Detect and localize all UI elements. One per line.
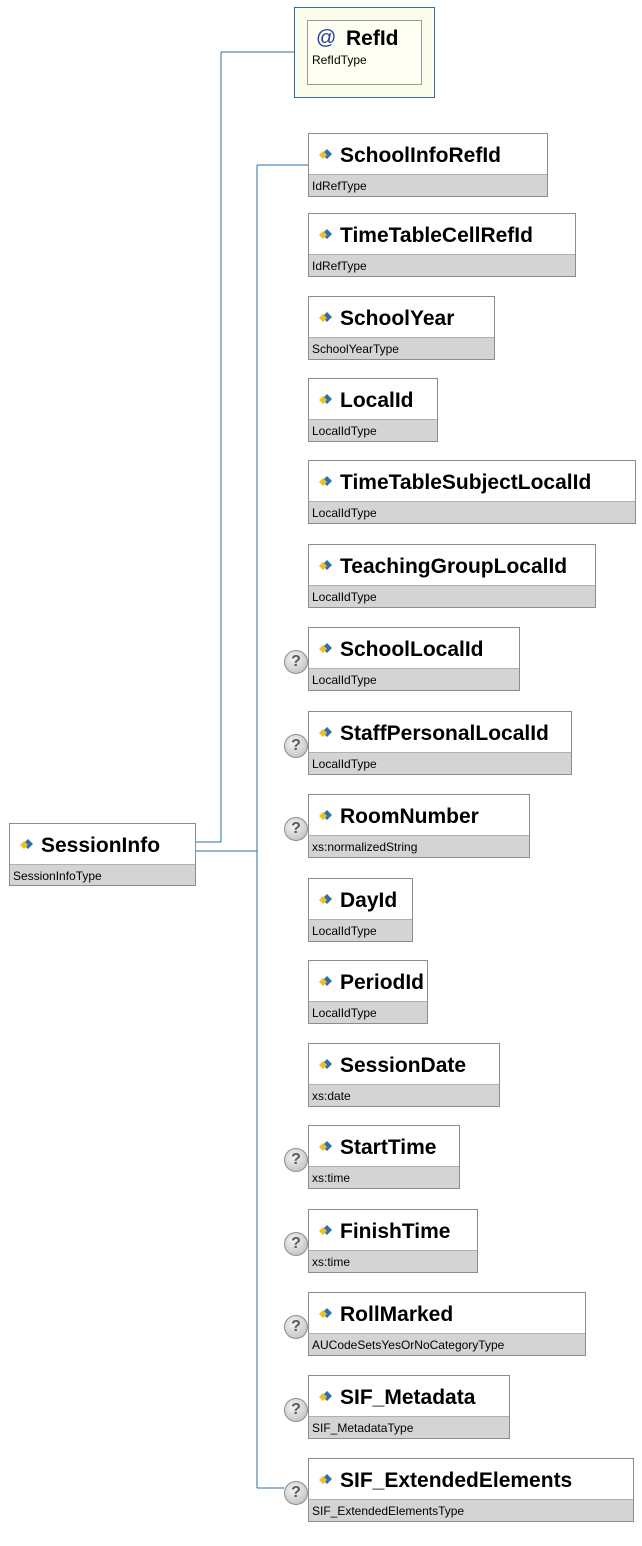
element-type: IdRefType [309,174,547,196]
element-type: LocalIdType [309,668,519,690]
optional-question-icon[interactable]: ? [284,1398,308,1422]
element-type: xs:time [309,1166,459,1188]
element-type: xs:time [309,1250,477,1272]
element-icon [20,839,33,849]
element-icon [319,1141,332,1151]
element-dayid[interactable]: DayId LocalIdType [308,878,413,942]
element-icon [319,312,332,322]
element-name: SessionDate [340,1054,467,1077]
attribute-inner: @ RefId RefIdType [307,20,422,85]
attribute-at-icon: @ [316,27,337,49]
element-icon [319,1474,332,1484]
element-icon [319,1391,332,1401]
element-name: TeachingGroupLocalId [340,555,568,578]
root-element-sessioninfo[interactable]: SessionInfo SessionInfoType [9,823,196,886]
element-name: DayId [340,889,398,912]
element-teachinggrouplocalid[interactable]: TeachingGroupLocalId LocalIdType [308,544,596,608]
element-icon [319,976,332,986]
element-localid[interactable]: LocalId LocalIdType [308,378,438,442]
element-icon [319,1225,332,1235]
element-periodid[interactable]: PeriodId LocalIdType [308,960,428,1024]
element-name: SchoolLocalId [340,638,484,661]
element-name: RollMarked [340,1303,454,1326]
element-timetablesubjectlocalid[interactable]: TimeTableSubjectLocalId LocalIdType [308,460,636,524]
element-name: LocalId [340,389,414,412]
element-name: PeriodId [340,971,425,994]
element-icon [319,727,332,737]
attribute-name: RefId [346,27,399,50]
element-name: StaffPersonalLocalId [340,722,549,745]
element-name: SIF_ExtendedElements [340,1469,573,1492]
element-schoolyear[interactable]: SchoolYear SchoolYearType [308,296,495,360]
element-sif-metadata[interactable]: SIF_Metadata SIF_MetadataType [308,1375,510,1439]
element-icon [319,810,332,820]
element-type: LocalIdType [309,1001,427,1023]
element-icon [319,560,332,570]
element-icon [319,149,332,159]
optional-question-icon[interactable]: ? [284,1315,308,1339]
element-type: SchoolYearType [309,337,494,359]
attribute-refid[interactable]: @ RefId RefIdType [294,7,435,98]
element-type: LocalIdType [309,585,595,607]
element-type: LocalIdType [309,501,635,523]
element-name: RoomNumber [340,805,479,828]
element-timetablecellrefid[interactable]: TimeTableCellRefId IdRefType [308,213,576,277]
element-icon [319,476,332,486]
element-name: FinishTime [340,1220,451,1243]
element-type: SIF_ExtendedElementsType [309,1499,633,1521]
element-icon [319,894,332,904]
element-finishtime[interactable]: FinishTime xs:time [308,1209,478,1273]
element-roomnumber[interactable]: RoomNumber xs:normalizedString [308,794,530,858]
element-type: AUCodeSetsYesOrNoCategoryType [309,1333,585,1355]
element-sessiondate[interactable]: SessionDate xs:date [308,1043,500,1107]
element-type: LocalIdType [309,752,571,774]
element-type: LocalIdType [309,919,412,941]
element-icon [319,394,332,404]
root-name: SessionInfo [41,834,161,857]
element-type: xs:date [309,1084,499,1106]
optional-question-icon[interactable]: ? [284,650,308,674]
element-name: SchoolYear [340,307,455,330]
element-icon [319,229,332,239]
element-name: TimeTableCellRefId [340,224,533,247]
element-icon [319,643,332,653]
element-starttime[interactable]: StartTime xs:time [308,1125,460,1189]
element-schoollocalid[interactable]: SchoolLocalId LocalIdType [308,627,520,691]
attribute-type: RefIdType [312,53,367,67]
root-type: SessionInfoType [10,864,195,885]
optional-question-icon[interactable]: ? [284,734,308,758]
element-icon [319,1308,332,1318]
element-schoolinforefid[interactable]: SchoolInfoRefId IdRefType [308,133,548,197]
element-type: IdRefType [309,254,575,276]
element-name: StartTime [340,1136,437,1159]
element-type: LocalIdType [309,419,437,441]
element-sif-extendedelements[interactable]: SIF_ExtendedElements SIF_ExtendedElements… [308,1458,634,1522]
schema-diagram: @ RefId RefIdType SessionInfo SessionInf… [0,0,642,1546]
optional-question-icon[interactable]: ? [284,817,308,841]
element-rollmarked[interactable]: RollMarked AUCodeSetsYesOrNoCategoryType [308,1292,586,1356]
optional-question-icon[interactable]: ? [284,1232,308,1256]
element-name: SchoolInfoRefId [340,144,501,167]
element-name: TimeTableSubjectLocalId [340,471,592,494]
element-icon [319,1059,332,1069]
optional-question-icon[interactable]: ? [284,1481,308,1505]
element-staffpersonallocalid[interactable]: StaffPersonalLocalId LocalIdType [308,711,572,775]
element-name: SIF_Metadata [340,1386,476,1409]
optional-question-icon[interactable]: ? [284,1148,308,1172]
element-type: SIF_MetadataType [309,1416,509,1438]
element-type: xs:normalizedString [309,835,529,857]
